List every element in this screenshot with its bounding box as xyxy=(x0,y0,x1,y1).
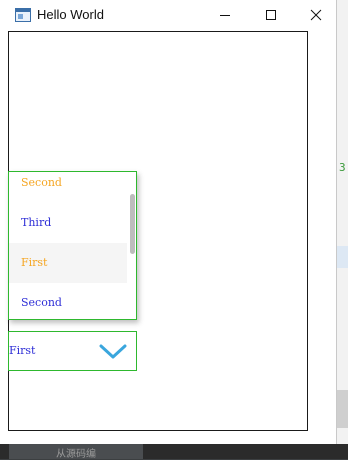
background-editor-strip: 3 xyxy=(336,0,348,459)
dropdown-option[interactable]: Third xyxy=(9,203,127,243)
popup-scrollbar-thumb[interactable] xyxy=(130,194,135,254)
background-code-fragment: 3 xyxy=(339,161,346,174)
window-title: Hello World xyxy=(37,7,104,22)
title-bar[interactable]: Hello World xyxy=(0,0,336,31)
background-taskbar: 从源码编 xyxy=(0,444,348,460)
dropdown-option[interactable]: Second xyxy=(9,172,127,203)
background-tab-label: 从源码编 xyxy=(56,449,96,460)
app-window-icon xyxy=(15,8,31,22)
maximize-button[interactable] xyxy=(248,0,294,31)
chevron-down-icon[interactable] xyxy=(99,344,129,360)
combo-selected-value: First xyxy=(9,344,36,357)
maximize-icon xyxy=(266,10,276,20)
minimize-button[interactable] xyxy=(202,0,248,31)
minimize-icon xyxy=(220,15,230,16)
background-highlight xyxy=(336,246,348,268)
close-button[interactable] xyxy=(294,0,336,31)
background-scroll-area xyxy=(336,390,348,428)
app-window: Hello World Second Third First Second Fi… xyxy=(0,0,337,444)
dropdown-option-label: Second xyxy=(21,176,62,189)
dropdown-option[interactable]: Second xyxy=(9,283,127,319)
dropdown-option-label: Third xyxy=(21,216,52,229)
dropdown-popup-list[interactable]: Second Third First Second xyxy=(8,171,137,320)
combo-box[interactable]: First xyxy=(8,331,137,371)
dropdown-option-label: Second xyxy=(21,296,62,309)
close-icon xyxy=(310,9,322,21)
dropdown-option-label: First xyxy=(21,256,48,269)
dropdown-option[interactable]: First xyxy=(9,243,127,283)
